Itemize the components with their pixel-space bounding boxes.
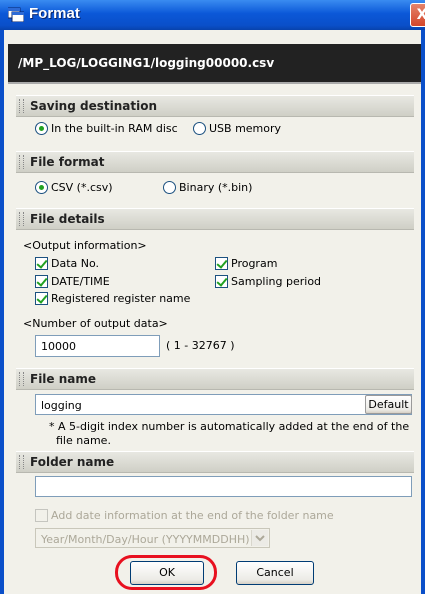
checkbox-sampling-period-label[interactable]: Sampling period: [231, 275, 321, 288]
section-heading: Saving destination: [30, 99, 157, 113]
grip-icon: [19, 212, 24, 226]
file-name-note-line1: * A 5-digit index number is automaticall…: [49, 420, 410, 433]
radio-csv[interactable]: [35, 181, 48, 194]
section-file-name: File name: [16, 368, 414, 390]
checkbox-add-date-label: Add date information at the end of the f…: [51, 509, 334, 522]
section-saving-destination: Saving destination: [16, 95, 414, 117]
radio-usb-memory[interactable]: [193, 122, 206, 135]
default-button-label: Default: [368, 398, 409, 411]
checkbox-registered-register-name[interactable]: [35, 292, 48, 305]
section-heading: File format: [30, 155, 105, 169]
checkbox-data-no-label[interactable]: Data No.: [51, 257, 99, 270]
date-format-value: Year/Month/Day/Hour (YYYYMMDDHH): [41, 533, 250, 546]
output-count-value: 10000: [41, 340, 76, 353]
cancel-button-label: Cancel: [256, 566, 294, 579]
file-name-input[interactable]: logging: [35, 394, 412, 415]
grip-icon: [19, 455, 24, 469]
folder-name-input[interactable]: [35, 476, 412, 497]
ok-button-label: OK: [159, 566, 175, 579]
file-path: /MP_LOG/LOGGING1/logging00000.csv: [18, 56, 275, 70]
section-heading: File details: [30, 212, 105, 226]
close-icon: X: [416, 7, 425, 23]
radio-binary-label[interactable]: Binary (*.bin): [179, 181, 252, 194]
checkbox-sampling-period[interactable]: [215, 275, 228, 288]
section-heading: Folder name: [30, 455, 115, 469]
app-window-icon: [8, 7, 24, 22]
date-format-select: Year/Month/Day/Hour (YYYYMMDDHH): [35, 528, 270, 548]
radio-binary[interactable]: [163, 181, 176, 194]
checkbox-program-label[interactable]: Program: [231, 257, 277, 270]
file-name-note-line2: file name.: [56, 434, 111, 447]
output-count-input[interactable]: 10000: [35, 335, 160, 357]
number-of-output-data-label: <Number of output data>: [23, 317, 168, 330]
checkbox-program[interactable]: [215, 257, 228, 270]
cancel-button[interactable]: Cancel: [236, 561, 314, 585]
grip-icon: [19, 99, 24, 113]
file-name-value: logging: [41, 399, 82, 412]
output-count-range: ( 1 - 32767 ): [166, 339, 235, 352]
window-frame-left: [0, 30, 4, 594]
window-title: Format: [29, 5, 80, 22]
chevron-down-icon: [251, 530, 268, 546]
section-heading: File name: [30, 372, 97, 386]
section-folder-name: Folder name: [16, 451, 414, 473]
format-dialog: Format X /MP_LOG/LOGGING1/logging00000.c…: [0, 0, 425, 594]
section-file-format: File format: [16, 151, 414, 173]
radio-csv-label[interactable]: CSV (*.csv): [51, 181, 113, 194]
checkbox-date-time[interactable]: [35, 275, 48, 288]
title-bar[interactable]: Format X: [0, 0, 425, 30]
checkbox-registered-register-name-label[interactable]: Registered register name: [51, 292, 190, 305]
close-button[interactable]: X: [410, 3, 425, 27]
output-information-label: <Output information>: [23, 239, 147, 252]
section-file-details: File details: [16, 208, 414, 230]
radio-usb-memory-label[interactable]: USB memory: [209, 122, 281, 135]
ok-button[interactable]: OK: [130, 561, 204, 585]
file-path-bar: /MP_LOG/LOGGING1/logging00000.csv: [8, 44, 421, 84]
checkbox-add-date: [35, 509, 48, 522]
checkbox-data-no[interactable]: [35, 257, 48, 270]
window-frame-right: [421, 30, 425, 594]
checkbox-date-time-label[interactable]: DATE/TIME: [51, 275, 110, 288]
grip-icon: [19, 372, 24, 386]
radio-builtin-ram-label[interactable]: In the built-in RAM disc: [51, 122, 178, 135]
default-button[interactable]: Default: [365, 395, 412, 414]
grip-icon: [19, 155, 24, 169]
radio-builtin-ram[interactable]: [35, 122, 48, 135]
